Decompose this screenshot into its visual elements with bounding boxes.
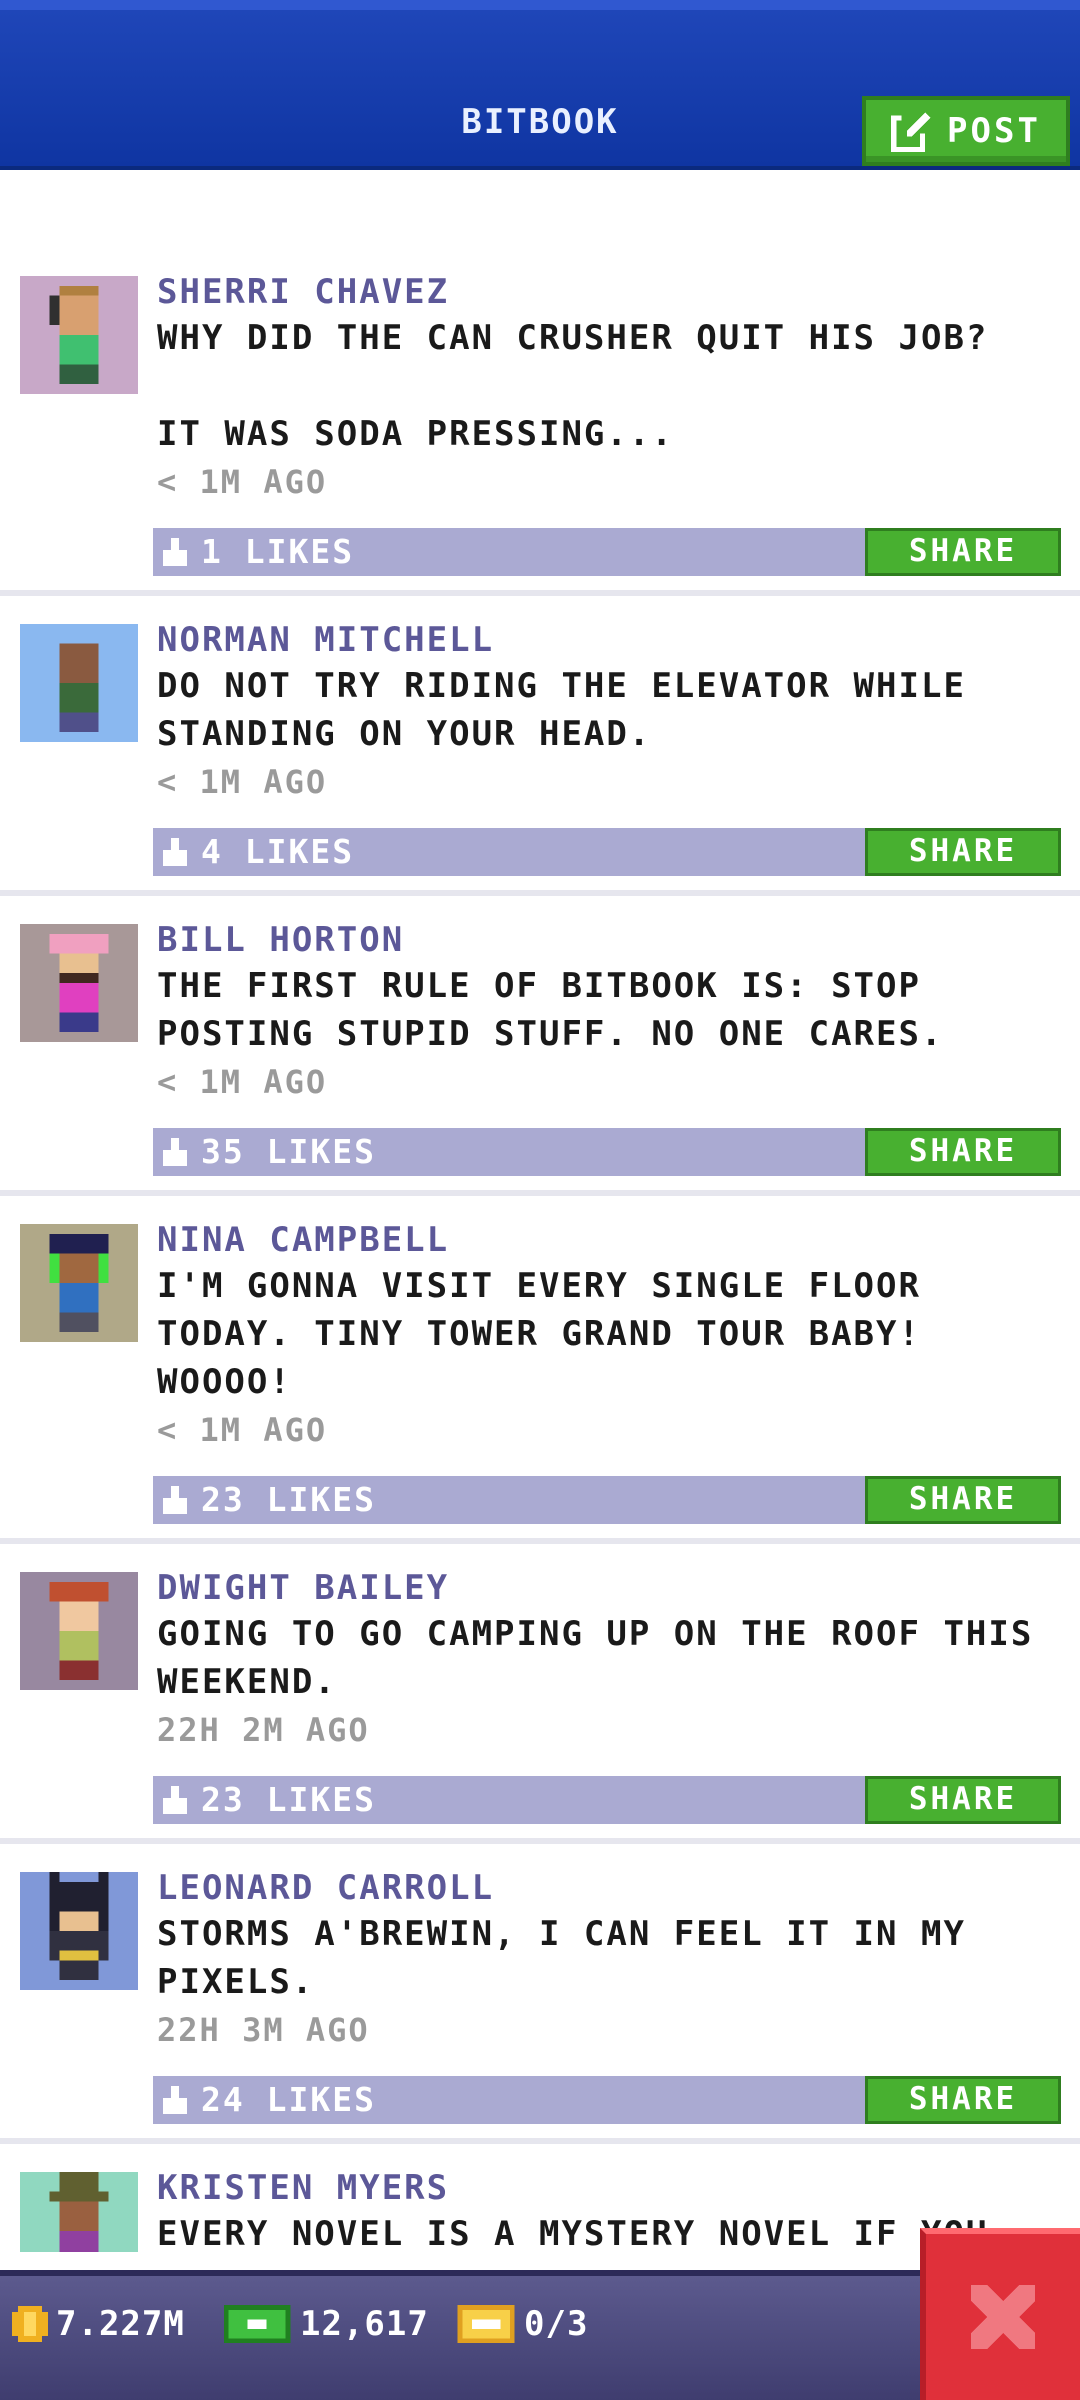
likes-bar: 23 LIKES SHARE <box>153 1476 1061 1524</box>
ticket-icon <box>457 2305 515 2343</box>
post-time: < 1M AGO <box>157 463 328 501</box>
post-author[interactable]: NORMAN MITCHELL <box>157 618 1062 662</box>
post-time: < 1M AGO <box>157 1063 328 1101</box>
share-button[interactable]: SHARE <box>865 1476 1061 1524</box>
post-author[interactable]: KRISTEN MYERS <box>157 2166 1062 2210</box>
likes-count: 24 LIKES <box>201 2080 376 2119</box>
bux-stat: 12,617 <box>222 2304 429 2344</box>
post-author[interactable]: NINA CAMPBELL <box>157 1218 1062 1262</box>
avatar[interactable] <box>20 924 138 1042</box>
avatar[interactable] <box>20 1872 138 1990</box>
thumbs-up-icon[interactable] <box>163 838 187 866</box>
share-button[interactable]: SHARE <box>865 2076 1061 2124</box>
post-message: GOING TO GO CAMPING UP ON THE ROOF THIS … <box>157 1614 1056 1702</box>
post-message: THE FIRST RULE OF BITBOOK IS: STOP POSTI… <box>157 966 944 1054</box>
avatar[interactable] <box>20 1224 138 1342</box>
post-message: DO NOT TRY RIDING THE ELEVATOR WHILE STA… <box>157 666 989 754</box>
share-button[interactable]: SHARE <box>865 1128 1061 1176</box>
feed-post: NORMAN MITCHELL DO NOT TRY RIDING THE EL… <box>0 610 1080 896</box>
post-author[interactable]: SHERRI CHAVEZ <box>157 270 1062 314</box>
likes-bar: 24 LIKES SHARE <box>153 2076 1061 2124</box>
likes-bar: 1 LIKES SHARE <box>153 528 1061 576</box>
coins-stat: 7.227M <box>12 2304 185 2344</box>
thumbs-up-icon[interactable] <box>163 1786 187 1814</box>
avatar[interactable] <box>20 276 138 394</box>
thumbs-up-icon[interactable] <box>163 1486 187 1514</box>
tickets-value: 0/3 <box>524 2304 589 2344</box>
likes-count: 23 LIKES <box>201 1780 376 1819</box>
post-message: WHY DID THE CAN CRUSHER QUIT HIS JOB? IT… <box>157 318 989 454</box>
tickets-stat: 0/3 <box>456 2304 588 2344</box>
post-time: < 1M AGO <box>157 763 328 801</box>
feed-post: NINA CAMPBELL I'M GONNA VISIT EVERY SING… <box>0 1210 1080 1544</box>
post-author[interactable]: LEONARD CARROLL <box>157 1866 1062 1910</box>
share-button[interactable]: SHARE <box>865 1776 1061 1824</box>
thumbs-up-icon[interactable] <box>163 538 187 566</box>
share-button[interactable]: SHARE <box>865 528 1061 576</box>
feed-post: LEONARD CARROLL STORMS A'BREWIN, I CAN F… <box>0 1858 1080 2144</box>
avatar[interactable] <box>20 2172 138 2252</box>
post-author[interactable]: DWIGHT BAILEY <box>157 1566 1062 1610</box>
post-time: 22H 3M AGO <box>157 2011 370 2049</box>
bux-value: 12,617 <box>300 2304 429 2344</box>
post-button-label: POST <box>947 111 1041 151</box>
post-message: I'M GONNA VISIT EVERY SINGLE FLOOR TODAY… <box>157 1266 944 1402</box>
feed-post: BILL HORTON THE FIRST RULE OF BITBOOK IS… <box>0 910 1080 1196</box>
avatar[interactable] <box>20 1572 138 1690</box>
thumbs-up-icon[interactable] <box>163 2086 187 2114</box>
share-button[interactable]: SHARE <box>865 828 1061 876</box>
post-time: < 1M AGO <box>157 1411 328 1449</box>
likes-bar: 4 LIKES SHARE <box>153 828 1061 876</box>
likes-count: 4 LIKES <box>201 832 355 871</box>
likes-bar: 23 LIKES SHARE <box>153 1776 1061 1824</box>
likes-bar: 35 LIKES SHARE <box>153 1128 1061 1176</box>
coin-icon <box>12 2306 48 2342</box>
post-time: 22H 2M AGO <box>157 1711 370 1749</box>
status-bar: 7.227M 12,617 0/3 <box>0 2270 1080 2400</box>
post-button[interactable]: POST <box>862 96 1070 166</box>
edit-icon <box>891 110 934 152</box>
coins-value: 7.227M <box>56 2304 185 2344</box>
avatar[interactable] <box>20 624 138 742</box>
thumbs-up-icon[interactable] <box>163 1138 187 1166</box>
feed-list[interactable]: SHERRI CHAVEZ WHY DID THE CAN CRUSHER QU… <box>0 262 1080 2252</box>
likes-count: 1 LIKES <box>201 532 355 571</box>
bux-icon <box>223 2305 291 2343</box>
close-icon <box>971 2285 1035 2349</box>
feed-post: SHERRI CHAVEZ WHY DID THE CAN CRUSHER QU… <box>0 262 1080 596</box>
feed-post: KRISTEN MYERS EVERY NOVEL IS A MYSTERY N… <box>0 2158 1080 2252</box>
feed-post: DWIGHT BAILEY GOING TO GO CAMPING UP ON … <box>0 1558 1080 1844</box>
post-author[interactable]: BILL HORTON <box>157 918 1062 962</box>
post-message: STORMS A'BREWIN, I CAN FEEL IT IN MY PIX… <box>157 1914 989 2002</box>
close-button[interactable] <box>920 2228 1080 2400</box>
likes-count: 23 LIKES <box>201 1480 376 1519</box>
app-header: BITBOOK POST <box>0 0 1080 170</box>
likes-count: 35 LIKES <box>201 1132 376 1171</box>
